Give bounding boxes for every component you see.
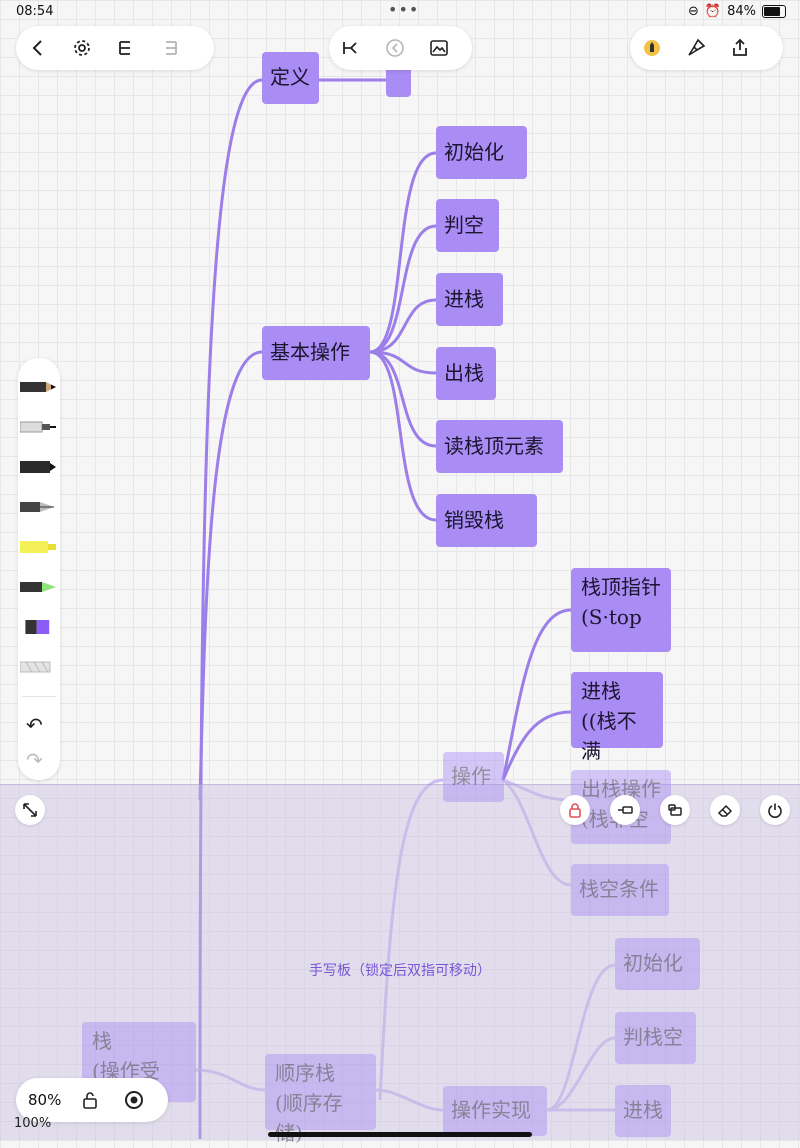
expand-icon <box>23 803 37 817</box>
lock-button[interactable] <box>560 795 590 825</box>
collapse-button[interactable] <box>373 26 417 70</box>
paint-brush-icon <box>688 38 706 56</box>
node-top-pointer-line2: (S·top <box>581 605 642 629</box>
pen-color-button[interactable] <box>630 26 674 70</box>
top-left-toolbar <box>16 26 214 70</box>
top-right-toolbar <box>630 26 783 70</box>
undo-icon[interactable]: ↶ <box>26 713 43 737</box>
node-impl-push[interactable]: 进栈 <box>615 1085 671 1137</box>
unlock-icon <box>83 1092 97 1109</box>
resize-button[interactable] <box>660 795 690 825</box>
panel-eraser-button[interactable] <box>710 795 740 825</box>
settings-button[interactable] <box>60 26 104 70</box>
unlock-button[interactable] <box>68 1091 112 1109</box>
node-definition[interactable]: 定义 <box>262 52 319 104</box>
panel-label: 手写板（锁定后双指可移动） <box>309 963 491 979</box>
back-icon <box>32 40 42 56</box>
node-push[interactable]: 进栈 <box>436 273 503 326</box>
node-basic-operations[interactable]: 基本操作 <box>262 326 370 380</box>
node-impl[interactable]: 操作实现 <box>443 1086 547 1136</box>
node-seq-stack[interactable]: 顺序栈 (顺序存储) <box>265 1054 376 1145</box>
eraser-icon <box>717 804 733 817</box>
node-seq-stack-line2: (顺序存储) <box>275 1091 343 1145</box>
rail-divider <box>22 696 56 697</box>
redo-layout-button[interactable] <box>148 26 192 70</box>
redo-layout-icon <box>166 41 177 55</box>
marker-tool-icon[interactable] <box>20 460 56 474</box>
resize-icon <box>668 804 682 816</box>
node-pop[interactable]: 出栈 <box>436 347 496 400</box>
cursor-icon <box>618 806 633 814</box>
eraser-tool-icon[interactable] <box>20 620 56 634</box>
node-init[interactable]: 初始化 <box>436 126 527 179</box>
node-impl-isempty[interactable]: 判栈空 <box>615 1012 696 1064</box>
node-top-pointer-line1: 栈顶指针 <box>581 575 661 599</box>
lasso-tool-icon[interactable] <box>20 660 56 674</box>
node-top-pointer[interactable]: 栈顶指针 (S·top <box>571 568 671 652</box>
paint-brush-button[interactable] <box>674 26 718 70</box>
share-icon <box>733 38 747 56</box>
image-button[interactable] <box>417 26 461 70</box>
settings-icon <box>74 40 90 56</box>
pen-color-icon <box>644 40 660 56</box>
node-seq-stack-line1: 顺序栈 <box>275 1061 335 1085</box>
zoom-level[interactable]: 80% <box>28 1091 68 1109</box>
highlighter-tool-icon[interactable] <box>20 540 56 554</box>
branch-button[interactable] <box>329 26 373 70</box>
share-button[interactable] <box>718 26 762 70</box>
node-operations[interactable]: 操作 <box>443 752 504 802</box>
pencil-tool-icon[interactable] <box>20 380 56 394</box>
lock-icon <box>569 803 581 818</box>
collapse-icon <box>386 39 404 57</box>
target-button[interactable] <box>112 1090 156 1110</box>
node-empty-cond[interactable]: 栈空条件 <box>571 864 669 916</box>
node-push-cond-line2: ((栈不满 <box>581 709 637 763</box>
node-destroy[interactable]: 销毁栈 <box>436 494 537 547</box>
fountain-pen-tool-icon[interactable] <box>20 500 56 514</box>
undo-layout-button[interactable] <box>104 26 148 70</box>
node-read-top[interactable]: 读栈顶元素 <box>436 420 563 473</box>
top-center-toolbar <box>329 26 472 70</box>
base-zoom-label: 100% <box>14 1116 52 1131</box>
back-button[interactable] <box>16 26 60 70</box>
power-icon <box>768 803 782 818</box>
node-push-cond[interactable]: 进栈 ((栈不满 <box>571 672 663 763</box>
node-stack-line1: 栈 <box>92 1029 112 1053</box>
fineliner-tool-icon[interactable] <box>20 420 56 434</box>
image-icon <box>430 40 448 56</box>
power-button[interactable] <box>760 795 790 825</box>
branch-icon <box>343 42 357 54</box>
expand-panel-button[interactable] <box>15 795 45 825</box>
brush-tool-icon[interactable] <box>20 580 56 594</box>
redo-icon[interactable]: ↷ <box>26 748 43 772</box>
node-isempty[interactable]: 判空 <box>436 199 499 252</box>
target-icon <box>125 1091 143 1109</box>
undo-layout-icon <box>119 41 130 55</box>
home-indicator[interactable] <box>268 1132 532 1137</box>
cursor-button[interactable] <box>610 795 640 825</box>
pen-tool-rail: ↶ ↷ <box>18 358 60 780</box>
node-push-cond-line1: 进栈 <box>581 679 621 703</box>
